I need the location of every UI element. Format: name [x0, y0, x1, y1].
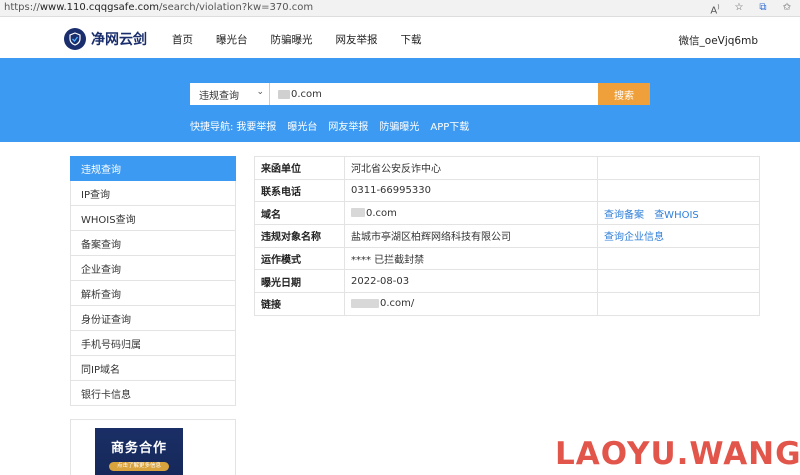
table-row: 曝光日期 2022-08-03 [254, 269, 760, 294]
row-action-empty [597, 269, 760, 294]
sidebar-item-icp-query[interactable]: 备案查询 [70, 231, 236, 256]
user-wechat-id[interactable]: 微信_oeVjq6mb [679, 33, 758, 48]
sidebar-item-id-card-query[interactable]: 身份证查询 [70, 306, 236, 331]
sidebar-item-dns-query[interactable]: 解析查询 [70, 281, 236, 306]
query-whois-link[interactable]: 查WHOIS [654, 210, 699, 221]
row-value-violator: 盐城市亭湖区柏辉网络科技有限公司 [344, 224, 598, 248]
browser-address-bar: https://www.110.cqqgsafe.com/search/viol… [0, 0, 800, 17]
search-type-value: 违规查询 [199, 90, 239, 102]
read-aloud-icon[interactable]: A) [708, 1, 722, 16]
promo-box: 商务合作 点击了解更多信息 [70, 419, 236, 475]
row-value-link: 0.com/ [344, 292, 598, 316]
nav-user-reports[interactable]: 网友举报 [336, 32, 378, 47]
url-path: /search/violation?kw=370.com [159, 2, 314, 13]
violation-info-table: 来函单位 河北省公安反诈中心 联系电话 0311-66995330 域名 0.c… [254, 156, 760, 316]
row-value-domain: 0.com [344, 201, 598, 226]
chevron-down-icon: ⌄ [256, 87, 264, 97]
domain-text: 0.com [366, 207, 397, 219]
table-row: 运作模式 **** 已拦截封禁 [254, 246, 760, 271]
table-row: 联系电话 0311-66995330 [254, 178, 760, 203]
row-label-domain: 域名 [254, 201, 345, 226]
logo-text: 净网云剑 [91, 32, 147, 48]
sidebar: 违规查询 IP查询 WHOIS查询 备案查询 企业查询 解析查询 身份证查询 手… [70, 156, 236, 406]
row-value-mode: **** 已拦截封禁 [344, 246, 598, 271]
row-value-sender: 河北省公安反诈中心 [344, 156, 598, 180]
quick-link-report[interactable]: 我要举报 [236, 118, 276, 133]
row-label-phone: 联系电话 [254, 178, 345, 203]
url-host: www.110.cqqgsafe.com [39, 2, 160, 13]
favorite-icon[interactable]: ☆ [732, 1, 746, 15]
address-url[interactable]: https://www.110.cqqgsafe.com/search/viol… [4, 2, 313, 13]
sidebar-item-ip-query[interactable]: IP查询 [70, 181, 236, 206]
watermark: LAOYU.WANG [555, 436, 800, 472]
row-label-sender: 来函单位 [254, 156, 345, 180]
quick-link-app-download[interactable]: APP下载 [430, 118, 469, 133]
row-value-date: 2022-08-03 [344, 269, 598, 294]
query-icp-link[interactable]: 查询备案 [604, 210, 644, 221]
sidebar-item-bank-card[interactable]: 银行卡信息 [70, 381, 236, 406]
sidebar-item-violation-query[interactable]: 违规查询 [70, 156, 236, 181]
row-label-violator: 违规对象名称 [254, 224, 345, 248]
table-row: 违规对象名称 盐城市亭湖区柏辉网络科技有限公司 查询企业信息 [254, 224, 760, 248]
row-action-empty [597, 246, 760, 271]
redacted-text [351, 298, 379, 308]
sidebar-item-phone-location[interactable]: 手机号码归属 [70, 331, 236, 356]
table-row: 域名 0.com 查询备案 查WHOIS [254, 201, 760, 226]
row-label-mode: 运作模式 [254, 246, 345, 271]
quick-link-exposure[interactable]: 曝光台 [287, 118, 317, 133]
business-cooperation-banner[interactable]: 商务合作 点击了解更多信息 [95, 428, 183, 475]
top-navigation: 净网云剑 首页 曝光台 防骗曝光 网友举报 下载 微信_oeVjq6mb [0, 17, 800, 58]
promo-subtitle: 点击了解更多信息 [109, 462, 169, 471]
search-bar: 违规查询 ⌄ 0.com 搜索 [190, 83, 650, 105]
shield-logo-icon [64, 28, 86, 50]
site-logo[interactable]: 净网云剑 [64, 28, 147, 50]
sidebar-item-whois-query[interactable]: WHOIS查询 [70, 206, 236, 231]
row-actions-violator: 查询企业信息 [597, 224, 760, 248]
browser-toolbar: A) ☆ ⧉ ✩ [708, 1, 794, 16]
favorites-bar-icon[interactable]: ✩ [780, 1, 794, 15]
search-button[interactable]: 搜索 [598, 83, 650, 105]
row-label-link: 链接 [254, 292, 345, 316]
nav-home[interactable]: 首页 [172, 32, 193, 47]
nav-exposure[interactable]: 曝光台 [216, 32, 248, 47]
translate-icon[interactable]: ⧉ [756, 1, 770, 15]
nav-download[interactable]: 下载 [401, 32, 422, 47]
row-actions-domain: 查询备案 查WHOIS [597, 201, 760, 226]
quick-link-user-reports[interactable]: 网友举报 [328, 118, 368, 133]
row-action-empty [597, 178, 760, 203]
redacted-text [278, 89, 290, 99]
row-action-empty [597, 292, 760, 316]
quick-nav-label: 快捷导航: [190, 122, 234, 133]
row-value-phone: 0311-66995330 [344, 178, 598, 203]
query-company-link[interactable]: 查询企业信息 [604, 232, 664, 243]
search-input[interactable]: 0.com [270, 83, 598, 105]
url-scheme: https:// [4, 2, 40, 13]
search-query-text: 0.com [291, 88, 322, 100]
link-text: 0.com/ [380, 298, 415, 310]
sidebar-item-company-query[interactable]: 企业查询 [70, 256, 236, 281]
nav-fraud-exposure[interactable]: 防骗曝光 [271, 32, 313, 47]
quick-nav: 快捷导航: 我要举报 曝光台 网友举报 防骗曝光 APP下载 [190, 118, 480, 133]
promo-title: 商务合作 [110, 441, 167, 456]
search-type-select[interactable]: 违规查询 ⌄ [190, 83, 270, 105]
table-row: 链接 0.com/ [254, 292, 760, 316]
table-row: 来函单位 河北省公安反诈中心 [254, 156, 760, 180]
quick-link-fraud-exposure[interactable]: 防骗曝光 [379, 118, 419, 133]
main-nav: 首页 曝光台 防骗曝光 网友举报 下载 [172, 32, 445, 47]
row-label-date: 曝光日期 [254, 269, 345, 294]
redacted-text [351, 208, 365, 218]
row-action-empty [597, 156, 760, 180]
search-banner: 违规查询 ⌄ 0.com 搜索 快捷导航: 我要举报 曝光台 网友举报 防骗曝光… [0, 58, 800, 142]
sidebar-item-same-ip-domains[interactable]: 同IP域名 [70, 356, 236, 381]
